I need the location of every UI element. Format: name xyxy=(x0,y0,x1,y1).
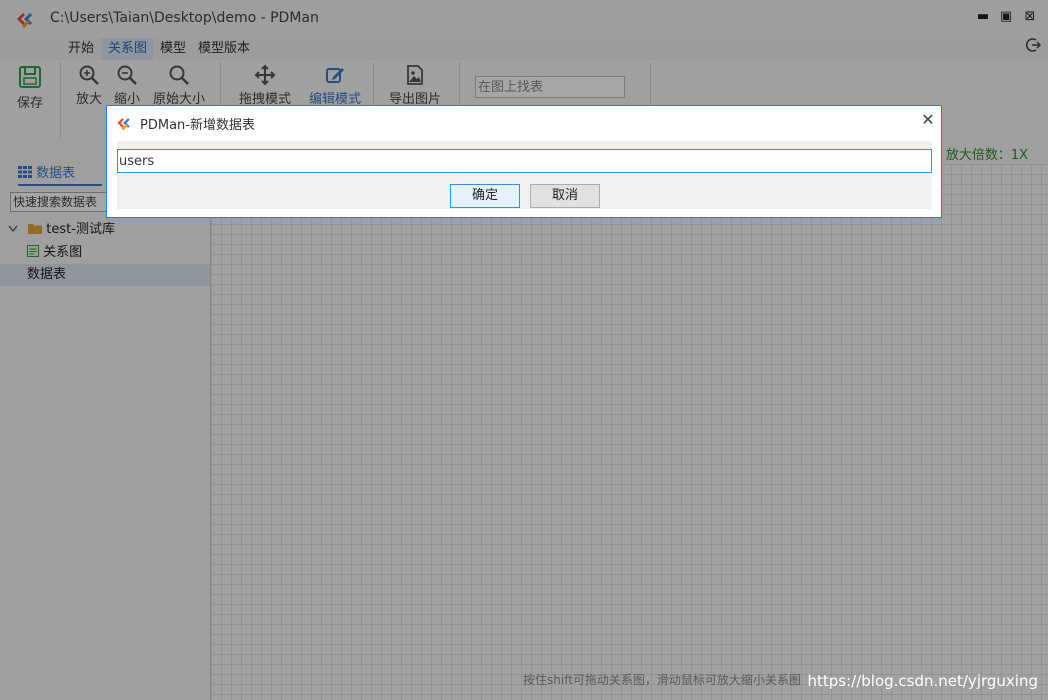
ok-button[interactable]: 确定 xyxy=(450,184,520,208)
new-table-dialog: PDMan-新增数据表 ✕ 确定 取消 xyxy=(106,105,942,218)
dialog-body: 确定 取消 xyxy=(117,141,932,209)
dialog-title: PDMan-新增数据表 xyxy=(140,118,255,133)
table-name-input[interactable] xyxy=(117,149,932,173)
pdman-logo-icon xyxy=(117,118,130,131)
watermark: https://blog.csdn.net/yjrguxing xyxy=(807,672,1038,690)
cancel-button[interactable]: 取消 xyxy=(530,184,600,208)
close-icon[interactable]: ✕ xyxy=(920,112,936,128)
